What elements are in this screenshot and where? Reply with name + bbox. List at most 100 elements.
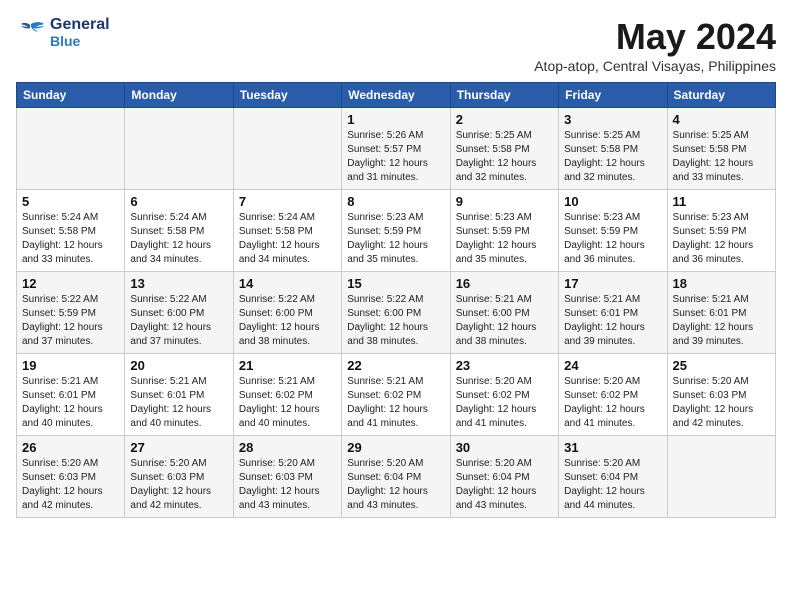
empty-cell [667,436,775,518]
logo: General Blue [16,16,110,49]
day-info: Sunrise: 5:23 AM Sunset: 5:59 PM Dayligh… [673,211,770,267]
day-cell-22: 22 Sunrise: 5:21 AM Sunset: 6:02 PM Dayli… [342,354,450,436]
day-cell-23: 23 Sunrise: 5:20 AM Sunset: 6:02 PM Dayli… [450,354,558,436]
day-info: Sunrise: 5:25 AM Sunset: 5:58 PM Dayligh… [673,129,770,185]
week-row-2: 5Sunrise: 5:24 AM Sunset: 5:58 PM Daylig… [17,190,776,272]
logo-icon [16,20,46,44]
day-number: 4 [673,112,770,127]
day-number: 21 [239,358,336,373]
day-number: 6 [130,194,227,209]
day-cell-19: 19 Sunrise: 5:21 AM Sunset: 6:01 PM Dayli… [17,354,125,436]
day-info: Sunrise: 5:20 AM Sunset: 6:03 PM Dayligh… [130,457,227,513]
day-info: Sunrise: 5:21 AM Sunset: 6:01 PM Dayligh… [564,293,661,349]
calendar-table: SundayMondayTuesdayWednesdayThursdayFrid… [16,82,776,518]
day-number: 8 [347,194,444,209]
day-cell-24: 24 Sunrise: 5:20 AM Sunset: 6:02 PM Dayli… [559,354,667,436]
day-cell-30: 30 Sunrise: 5:20 AM Sunset: 6:04 PM Dayli… [450,436,558,518]
day-cell-25: 25 Sunrise: 5:20 AM Sunset: 6:03 PM Dayli… [667,354,775,436]
day-cell-12: 12Sunrise: 5:22 AM Sunset: 5:59 PM Dayli… [17,272,125,354]
day-info: Sunrise: 5:20 AM Sunset: 6:04 PM Dayligh… [456,457,553,513]
day-number: 7 [239,194,336,209]
day-cell-16: 16 Sunrise: 5:21 AM Sunset: 6:00 PM Dayli… [450,272,558,354]
day-number: 19 [22,358,119,373]
day-cell-5: 5Sunrise: 5:24 AM Sunset: 5:58 PM Daylig… [17,190,125,272]
week-row-5: 26 Sunrise: 5:20 AM Sunset: 6:03 PM Dayli… [17,436,776,518]
day-info: Sunrise: 5:21 AM Sunset: 6:02 PM Dayligh… [239,375,336,431]
weekday-header-monday: Monday [125,83,233,108]
empty-cell [233,108,341,190]
day-number: 9 [456,194,553,209]
day-number: 14 [239,276,336,291]
day-cell-1: 1 Sunrise: 5:26 AM Sunset: 5:57 PM Daylig… [342,108,450,190]
day-cell-8: 8 Sunrise: 5:23 AM Sunset: 5:59 PM Daylig… [342,190,450,272]
empty-cell [125,108,233,190]
day-number: 11 [673,194,770,209]
day-info: Sunrise: 5:21 AM Sunset: 6:01 PM Dayligh… [22,375,119,431]
weekday-header-friday: Friday [559,83,667,108]
day-info: Sunrise: 5:20 AM Sunset: 6:04 PM Dayligh… [564,457,661,513]
day-cell-10: 10Sunrise: 5:23 AM Sunset: 5:59 PM Dayli… [559,190,667,272]
title-block: May 2024 Atop-atop, Central Visayas, Phi… [534,16,776,74]
day-number: 22 [347,358,444,373]
week-row-3: 12Sunrise: 5:22 AM Sunset: 5:59 PM Dayli… [17,272,776,354]
day-info: Sunrise: 5:26 AM Sunset: 5:57 PM Dayligh… [347,129,444,185]
day-info: Sunrise: 5:23 AM Sunset: 5:59 PM Dayligh… [564,211,661,267]
day-cell-3: 3Sunrise: 5:25 AM Sunset: 5:58 PM Daylig… [559,108,667,190]
day-info: Sunrise: 5:20 AM Sunset: 6:04 PM Dayligh… [347,457,444,513]
day-number: 15 [347,276,444,291]
day-info: Sunrise: 5:20 AM Sunset: 6:03 PM Dayligh… [673,375,770,431]
weekday-header-sunday: Sunday [17,83,125,108]
day-info: Sunrise: 5:20 AM Sunset: 6:02 PM Dayligh… [564,375,661,431]
day-number: 1 [347,112,444,127]
day-number: 2 [456,112,553,127]
week-row-4: 19 Sunrise: 5:21 AM Sunset: 6:01 PM Dayli… [17,354,776,436]
day-number: 13 [130,276,227,291]
day-cell-11: 11 Sunrise: 5:23 AM Sunset: 5:59 PM Dayli… [667,190,775,272]
day-number: 29 [347,440,444,455]
day-number: 16 [456,276,553,291]
day-cell-14: 14 Sunrise: 5:22 AM Sunset: 6:00 PM Dayli… [233,272,341,354]
day-number: 18 [673,276,770,291]
day-number: 30 [456,440,553,455]
day-number: 3 [564,112,661,127]
day-cell-20: 20Sunrise: 5:21 AM Sunset: 6:01 PM Dayli… [125,354,233,436]
day-info: Sunrise: 5:20 AM Sunset: 6:02 PM Dayligh… [456,375,553,431]
day-info: Sunrise: 5:23 AM Sunset: 5:59 PM Dayligh… [347,211,444,267]
day-number: 31 [564,440,661,455]
day-info: Sunrise: 5:20 AM Sunset: 6:03 PM Dayligh… [239,457,336,513]
day-cell-29: 29 Sunrise: 5:20 AM Sunset: 6:04 PM Dayli… [342,436,450,518]
logo-text: General Blue [50,16,110,49]
day-cell-21: 21 Sunrise: 5:21 AM Sunset: 6:02 PM Dayli… [233,354,341,436]
day-cell-17: 17Sunrise: 5:21 AM Sunset: 6:01 PM Dayli… [559,272,667,354]
day-cell-9: 9 Sunrise: 5:23 AM Sunset: 5:59 PM Daylig… [450,190,558,272]
day-info: Sunrise: 5:20 AM Sunset: 6:03 PM Dayligh… [22,457,119,513]
day-number: 26 [22,440,119,455]
day-cell-31: 31 Sunrise: 5:20 AM Sunset: 6:04 PM Dayli… [559,436,667,518]
day-number: 23 [456,358,553,373]
day-info: Sunrise: 5:21 AM Sunset: 6:00 PM Dayligh… [456,293,553,349]
day-info: Sunrise: 5:23 AM Sunset: 5:59 PM Dayligh… [456,211,553,267]
day-number: 24 [564,358,661,373]
day-number: 25 [673,358,770,373]
day-info: Sunrise: 5:24 AM Sunset: 5:58 PM Dayligh… [239,211,336,267]
weekday-header-saturday: Saturday [667,83,775,108]
weekday-header-wednesday: Wednesday [342,83,450,108]
day-info: Sunrise: 5:25 AM Sunset: 5:58 PM Dayligh… [456,129,553,185]
day-info: Sunrise: 5:22 AM Sunset: 6:00 PM Dayligh… [239,293,336,349]
day-info: Sunrise: 5:22 AM Sunset: 6:00 PM Dayligh… [347,293,444,349]
day-info: Sunrise: 5:24 AM Sunset: 5:58 PM Dayligh… [130,211,227,267]
day-cell-18: 18 Sunrise: 5:21 AM Sunset: 6:01 PM Dayli… [667,272,775,354]
day-info: Sunrise: 5:21 AM Sunset: 6:01 PM Dayligh… [673,293,770,349]
day-number: 20 [130,358,227,373]
day-number: 12 [22,276,119,291]
empty-cell [17,108,125,190]
day-info: Sunrise: 5:24 AM Sunset: 5:58 PM Dayligh… [22,211,119,267]
day-info: Sunrise: 5:21 AM Sunset: 6:02 PM Dayligh… [347,375,444,431]
day-cell-4: 4 Sunrise: 5:25 AM Sunset: 5:58 PM Daylig… [667,108,775,190]
day-cell-27: 27 Sunrise: 5:20 AM Sunset: 6:03 PM Dayli… [125,436,233,518]
day-cell-7: 7 Sunrise: 5:24 AM Sunset: 5:58 PM Daylig… [233,190,341,272]
day-number: 27 [130,440,227,455]
weekday-header-row: SundayMondayTuesdayWednesdayThursdayFrid… [17,83,776,108]
day-cell-6: 6 Sunrise: 5:24 AM Sunset: 5:58 PM Daylig… [125,190,233,272]
day-cell-26: 26 Sunrise: 5:20 AM Sunset: 6:03 PM Dayli… [17,436,125,518]
